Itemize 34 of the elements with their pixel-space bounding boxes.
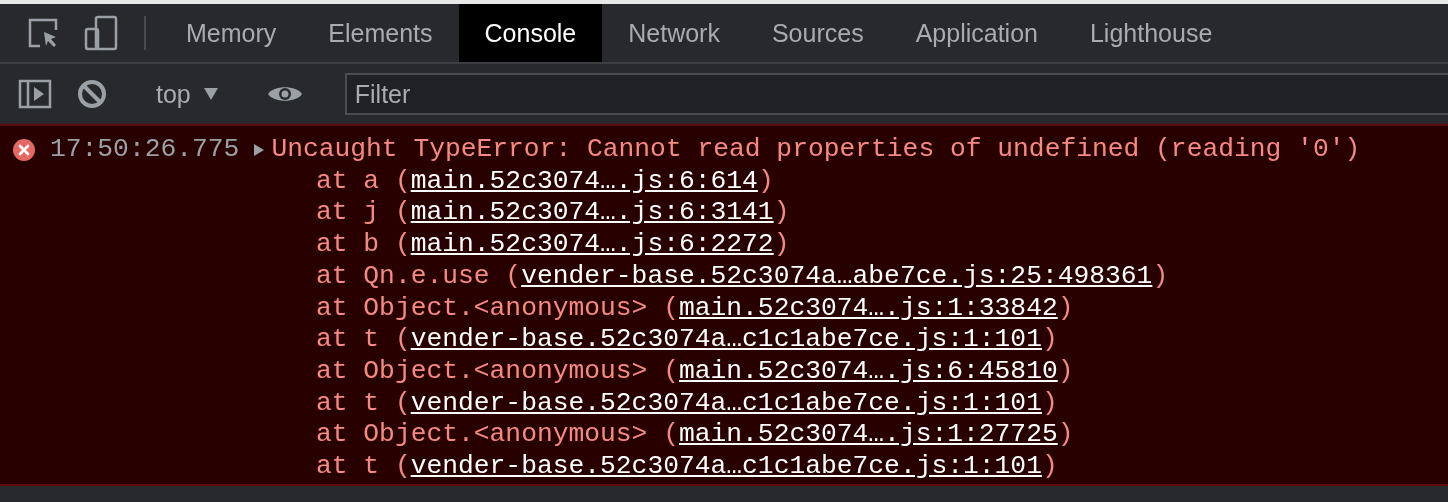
- source-link[interactable]: main.52c3074….js:6:45810: [678, 355, 1058, 386]
- stack-trace-line: at Object.<anonymous> (main.52c3074….js:6:45810): [315, 355, 1075, 388]
- source-link[interactable]: vender-base.52c3074a…c1c1abe7ce.js:1:101: [410, 387, 1042, 418]
- stack-trace-line: at t (vender-base.52c3074a…c1c1abe7ce.js:1:101): [315, 324, 1059, 356]
- caret-icon: [202, 87, 219, 101]
- stack-trace-line: at Object.<anonymous> (main.52c3074….js:1:27725): [315, 419, 1075, 452]
- filter-field[interactable]: Filter: [344, 73, 1448, 115]
- panel-tab[interactable]: Network: [602, 4, 746, 62]
- timestamp: 17:50:26.775: [50, 134, 240, 166]
- stack-trace-line: at Qn.e.use (vender-base.52c3074a…abe7ce.js:25:498361): [315, 260, 1170, 293]
- source-link[interactable]: main.52c3074….js:1:27725: [678, 419, 1058, 450]
- error-icon: [12, 137, 36, 162]
- stack-trace-line: at j (main.52c3074….js:6:3141): [315, 197, 791, 230]
- stack-trace-line: at t (vender-base.52c3074a…c1c1abe7ce.js:1:101): [315, 451, 1059, 483]
- source-link[interactable]: main.52c3074….js:6:614: [410, 165, 758, 196]
- panel-tab[interactable]: Memory: [160, 4, 303, 62]
- stack-trace-line: at t (vender-base.52c3074a…c1c1abe7ce.js:1:101): [315, 387, 1059, 420]
- stack-trace-line: at b (main.52c3074….js:6:2272): [315, 229, 791, 261]
- panel-tab[interactable]: Application: [889, 4, 1064, 62]
- source-link[interactable]: main.52c3074….js:6:2272: [410, 229, 774, 260]
- panel-tab[interactable]: Elements: [302, 4, 459, 62]
- source-link[interactable]: vender-base.52c3074a…c1c1abe7ce.js:1:101: [410, 451, 1042, 482]
- source-link[interactable]: vender-base.52c3074a…abe7ce.js:25:498361: [521, 260, 1153, 291]
- panel-tab[interactable]: Console: [458, 4, 603, 62]
- panel-tab[interactable]: Sources: [745, 4, 890, 62]
- error-message: Uncaught TypeError: Cannot read properties of undefined (reading '0'): [271, 134, 1361, 166]
- source-link[interactable]: main.52c3074….js:1:33842: [678, 292, 1058, 323]
- stack-trace-line: at a (main.52c3074….js:6:614): [315, 165, 775, 198]
- source-link[interactable]: vender-base.52c3074a…c1c1abe7ce.js:1:101: [410, 324, 1042, 355]
- context-dropdown[interactable]: top: [150, 79, 225, 109]
- expand-arrow-icon[interactable]: [253, 141, 266, 158]
- stack-trace-line: at Object.<anonymous> (main.52c3074….js:1:33842): [315, 292, 1075, 325]
- panel-tab[interactable]: Lighthouse: [1063, 4, 1239, 62]
- source-link[interactable]: main.52c3074….js:6:3141: [410, 197, 774, 228]
